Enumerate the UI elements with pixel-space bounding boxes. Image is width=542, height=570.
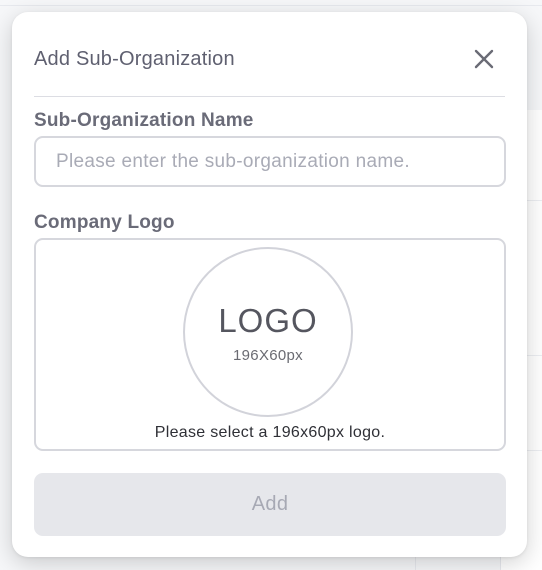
dialog-title: Add Sub-Organization [34,48,235,70]
sub-organization-name-label: Sub-Organization Name [34,110,254,131]
company-logo-label: Company Logo [34,212,175,233]
add-button[interactable]: Add [34,473,506,536]
logo-placeholder-text: LOGO [218,302,318,339]
logo-upload-circle[interactable]: LOGO 196X60px [183,247,353,417]
logo-upload-area[interactable]: LOGO 196X60px Please select a 196x60px l… [34,238,506,451]
logo-hint-text: Please select a 196x60px logo. [154,424,386,441]
add-sub-organization-dialog: Add Sub-Organization Sub-Organization Na… [12,12,527,557]
logo-placeholder-size: 196X60px [233,347,303,364]
sub-organization-name-input[interactable] [34,136,506,187]
close-icon [474,49,494,69]
dialog-header: Add Sub-Organization [34,12,505,97]
background-divider [0,5,542,6]
close-button[interactable] [471,46,497,72]
